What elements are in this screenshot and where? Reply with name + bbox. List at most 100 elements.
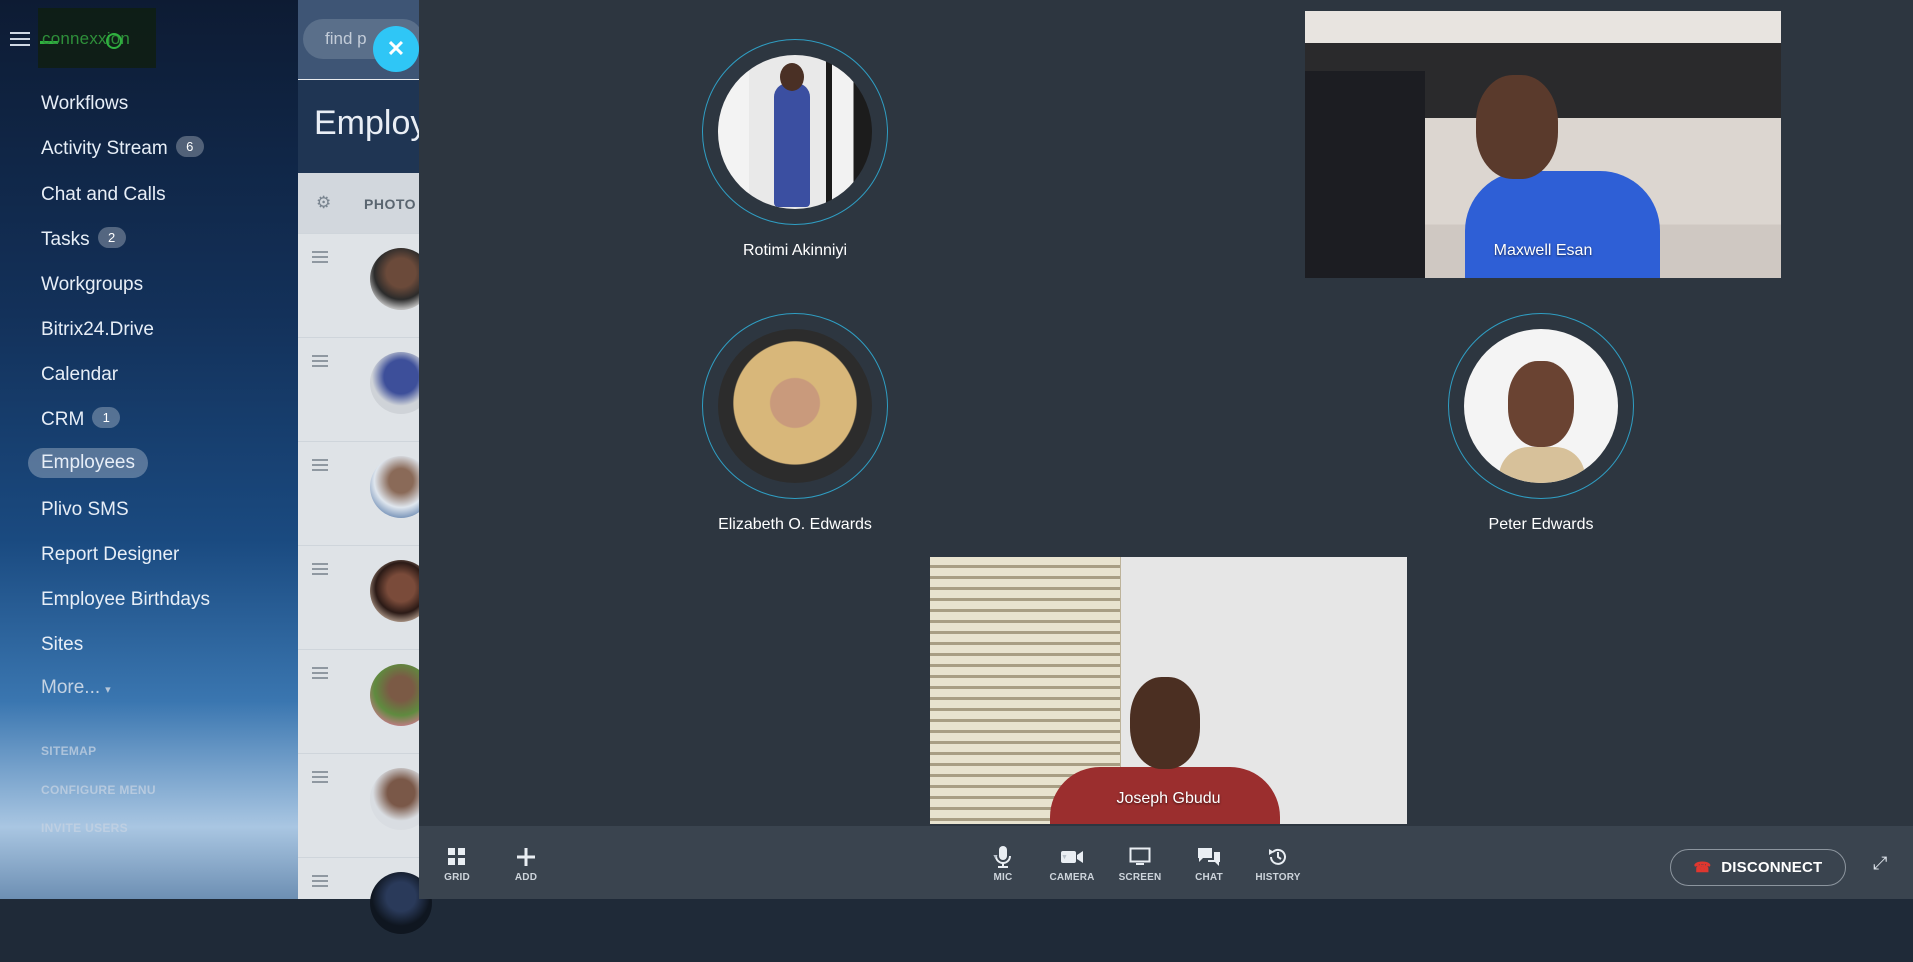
- grid-header: ⚙ PHOTO: [298, 173, 419, 233]
- menu-item-label: Tasks: [41, 229, 90, 250]
- screen-button[interactable]: SCREEN: [1110, 844, 1170, 883]
- mic-button[interactable]: MIC: [973, 844, 1033, 883]
- drag-icon[interactable]: [312, 875, 328, 890]
- screen-icon: [1129, 847, 1151, 865]
- drag-icon[interactable]: [312, 563, 328, 578]
- menu-item-label: Calendar: [41, 364, 119, 385]
- participant-video[interactable]: Joseph Gbudu: [930, 557, 1407, 824]
- mic-chevron-down-icon[interactable]: ▼: [992, 854, 999, 861]
- menu-item-label: Plivo SMS: [41, 499, 129, 520]
- call-toolbar: GRID ADD MIC ▼ CAMERA ▼ SCREEN CHAT HIST…: [419, 826, 1913, 899]
- menu-item-label: Bitrix24.Drive: [41, 319, 154, 340]
- menu-item-label: Workgroups: [41, 274, 144, 295]
- drag-icon[interactable]: [312, 667, 328, 682]
- gear-icon[interactable]: ⚙: [316, 193, 331, 213]
- grid-button[interactable]: GRID: [427, 844, 487, 883]
- menu-item-label: Employee Birthdays: [41, 589, 210, 610]
- invite-users-link[interactable]: INVITE USERS: [41, 821, 128, 835]
- participant-avatar-ring[interactable]: [1448, 313, 1634, 499]
- table-row[interactable]: [298, 857, 432, 962]
- person-head: [1508, 361, 1574, 447]
- menu-item-workgroups[interactable]: Workgroups: [41, 270, 143, 300]
- menu-item-calendar[interactable]: Calendar: [41, 360, 118, 390]
- menu-item-chat-and-calls[interactable]: Chat and Calls: [41, 180, 166, 210]
- history-label: HISTORY: [1255, 872, 1301, 883]
- menu-item-label: Workflows: [41, 93, 129, 114]
- person-torso: [1499, 447, 1585, 483]
- screen-label: SCREEN: [1118, 872, 1162, 883]
- sitemap-link[interactable]: SITEMAP: [41, 744, 96, 758]
- menu-item-employees[interactable]: Employees: [28, 448, 148, 478]
- page-title: Employ: [314, 104, 428, 142]
- history-button[interactable]: HISTORY: [1248, 844, 1308, 883]
- menu-item-label: Report Designer: [41, 544, 180, 565]
- add-icon: [517, 848, 535, 866]
- menu-icon[interactable]: [10, 32, 30, 50]
- drag-icon[interactable]: [312, 459, 328, 474]
- drag-icon[interactable]: [312, 771, 328, 786]
- menu-item-label: Activity Stream: [41, 138, 168, 159]
- disconnect-button[interactable]: ☎ DISCONNECT: [1670, 849, 1846, 886]
- close-icon[interactable]: ✕: [373, 26, 419, 72]
- menu-item-tasks[interactable]: Tasks 2: [41, 225, 126, 255]
- drag-icon[interactable]: [312, 251, 328, 266]
- table-row[interactable]: [298, 649, 432, 754]
- add-button[interactable]: ADD: [496, 844, 556, 883]
- table-row[interactable]: [298, 337, 432, 442]
- camera-button[interactable]: CAMERA: [1042, 844, 1102, 883]
- counter-badge: 2: [97, 227, 126, 249]
- counter-badge: 6: [175, 136, 204, 158]
- avatar: [1464, 329, 1618, 483]
- table-row[interactable]: [298, 441, 432, 546]
- person-head: [1130, 677, 1200, 769]
- person-head: [1476, 75, 1558, 179]
- mic-label: MIC: [993, 872, 1013, 883]
- participant-name: Peter Edwards: [1488, 516, 1594, 533]
- chevron-down-icon: ▾: [105, 684, 111, 696]
- camera-chevron-down-icon[interactable]: ▼: [1061, 854, 1068, 861]
- menu-item-label: Chat and Calls: [41, 184, 166, 205]
- expand-icon[interactable]: ⤢: [1873, 853, 1887, 874]
- person-torso: [1465, 171, 1660, 278]
- menu-item-report-designer[interactable]: Report Designer: [41, 540, 179, 570]
- employee-grid: ⚙ PHOTO: [298, 173, 432, 934]
- left-menu: connexxion Workflows Activity Stream 6 Ch…: [0, 0, 298, 899]
- menu-item-activity-stream[interactable]: Activity Stream 6: [41, 134, 204, 164]
- participant-avatar-ring[interactable]: [702, 39, 888, 225]
- chat-icon: [1198, 848, 1220, 866]
- menu-item-crm[interactable]: CRM 1: [41, 405, 121, 435]
- camera-label: CAMERA: [1049, 872, 1095, 883]
- configure-menu-link[interactable]: CONFIGURE MENU: [41, 783, 156, 797]
- menu-item-plivo-sms[interactable]: Plivo SMS: [41, 495, 129, 525]
- menu-item-more[interactable]: More... ▾: [41, 673, 111, 703]
- photo-column-header[interactable]: PHOTO: [364, 196, 416, 212]
- counter-badge: 1: [92, 407, 121, 429]
- person-head: [780, 63, 804, 91]
- avatar: [718, 329, 872, 483]
- phone-hangup-icon: ☎: [1693, 859, 1712, 875]
- grid-label: GRID: [444, 872, 470, 883]
- history-icon: [1269, 848, 1286, 865]
- table-row[interactable]: [298, 545, 432, 650]
- chat-label: CHAT: [1195, 872, 1223, 883]
- participant-avatar-ring[interactable]: [702, 313, 888, 499]
- chat-button[interactable]: CHAT: [1179, 844, 1239, 883]
- drag-icon[interactable]: [312, 355, 328, 370]
- menu-item-label: CRM: [41, 409, 85, 430]
- add-label: ADD: [514, 872, 538, 883]
- more-label: More...: [41, 677, 101, 698]
- menu-item-drive[interactable]: Bitrix24.Drive: [41, 315, 154, 345]
- menu-item-employee-birthdays[interactable]: Employee Birthdays: [41, 585, 210, 615]
- table-row[interactable]: [298, 753, 432, 858]
- disconnect-label: DISCONNECT: [1721, 859, 1823, 876]
- table-row[interactable]: [298, 233, 432, 338]
- menu-item-label: Sites: [41, 634, 84, 655]
- participant-name: Elizabeth O. Edwards: [718, 516, 872, 533]
- participant-name: Maxwell Esan: [1493, 242, 1593, 259]
- menu-item-workflows[interactable]: Workflows: [41, 89, 128, 119]
- participant-name: Rotimi Akinniyi: [742, 242, 848, 259]
- menu-item-sites[interactable]: Sites: [41, 630, 83, 660]
- participant-video[interactable]: Maxwell Esan: [1305, 11, 1781, 278]
- video-call-window: Rotimi Akinniyi Maxwell Esan Elizabeth O…: [419, 0, 1913, 899]
- menu-item-label: Employees: [41, 452, 135, 473]
